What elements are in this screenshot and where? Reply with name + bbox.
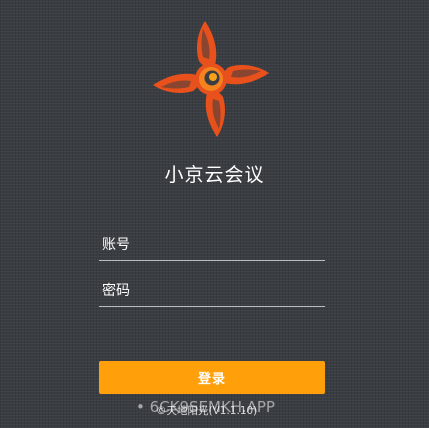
app-title: 小京云会议 [164,164,265,186]
login-button[interactable]: 登录 [99,361,325,394]
version-text: ©天地阳光(V1.1.10) [156,405,258,417]
password-input[interactable] [102,280,322,302]
app-logo-icon [153,21,269,137]
footer: • 6CK9SEMKH.APP ©天地阳光(V1.1.10) [0,397,429,419]
account-field[interactable] [99,226,325,261]
login-screen: 小京云会议 登录 • 6CK9SEMKH.APP ©天地阳光(V1.1.10) [0,0,429,428]
account-input[interactable] [102,234,322,256]
password-field[interactable] [99,272,325,307]
